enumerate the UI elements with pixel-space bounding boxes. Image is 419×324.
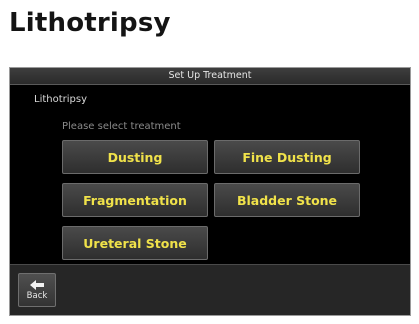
back-arrow-icon — [30, 279, 44, 290]
bottom-toolbar: Back — [10, 264, 410, 315]
page-title: Lithotripsy — [9, 8, 171, 38]
back-button[interactable]: Back — [18, 273, 56, 307]
select-treatment-hint: Please select treatment — [62, 121, 181, 132]
fragmentation-button[interactable]: Fragmentation — [62, 183, 208, 217]
dusting-button[interactable]: Dusting — [62, 140, 208, 174]
bladder-stone-button[interactable]: Bladder Stone — [214, 183, 360, 217]
fine-dusting-button[interactable]: Fine Dusting — [214, 140, 360, 174]
ureteral-stone-button[interactable]: Ureteral Stone — [62, 226, 208, 260]
treatment-screen: Set Up Treatment Lithotripsy Please sele… — [9, 67, 411, 316]
screen-header: Set Up Treatment — [10, 68, 410, 85]
back-label: Back — [26, 290, 48, 301]
section-label: Lithotripsy — [34, 94, 88, 105]
